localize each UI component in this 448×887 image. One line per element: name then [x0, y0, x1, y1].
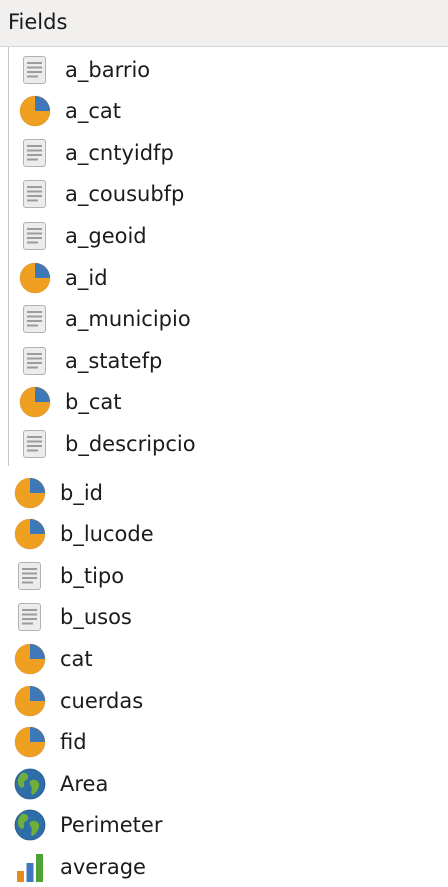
numeric-field-icon: [14, 726, 46, 758]
field-name: b_descripcio: [65, 431, 196, 456]
numeric-field-icon: [19, 386, 51, 418]
fields-header-title: Fields: [8, 10, 68, 34]
aggregate-field-icon: [14, 851, 46, 883]
fields-list-top[interactable]: a_barrio a_cat a_cntyidfp a_cousubfp a_geoid…: [8, 47, 448, 466]
field-row[interactable]: a_cntyidfp: [19, 132, 174, 173]
text-field-icon: [19, 54, 51, 86]
field-name: average: [60, 854, 146, 879]
field-row[interactable]: b_usos: [14, 597, 132, 638]
field-name: a_geoid: [65, 223, 147, 248]
text-field-icon: [19, 220, 51, 252]
field-name: a_barrio: [65, 57, 151, 82]
field-name: b_lucode: [60, 522, 154, 547]
numeric-field-icon: [14, 643, 46, 675]
text-field-icon: [19, 137, 51, 169]
field-row[interactable]: b_descripcio: [19, 423, 196, 464]
text-field-icon: [19, 345, 51, 377]
geometry-field-icon: [14, 809, 46, 841]
geometry-field-icon: [14, 768, 46, 800]
field-name: Perimeter: [60, 813, 163, 838]
text-field-icon: [14, 560, 46, 592]
field-row[interactable]: a_municipio: [19, 299, 191, 340]
field-name: a_id: [65, 265, 108, 290]
field-row[interactable]: a_cat: [19, 91, 121, 132]
field-row[interactable]: cuerdas: [14, 680, 143, 721]
field-name: b_cat: [65, 390, 122, 415]
field-row[interactable]: cat: [14, 638, 93, 679]
fields-list-bottom[interactable]: b_id b_lucode b_tipo b_usoscat cuerdas fid Are…: [0, 466, 448, 882]
field-name: a_cat: [65, 99, 122, 124]
field-name: a_cntyidfp: [65, 140, 174, 165]
field-name: a_municipio: [65, 307, 191, 332]
field-name: cuerdas: [60, 688, 144, 713]
numeric-field-icon: [14, 518, 46, 550]
field-row[interactable]: a_geoid: [19, 215, 147, 256]
field-name: cat: [60, 646, 93, 671]
text-field-icon: [14, 601, 46, 633]
field-row[interactable]: fid: [14, 722, 87, 763]
numeric-field-icon: [14, 685, 46, 717]
field-row[interactable]: a_cousubfp: [19, 174, 184, 215]
field-row[interactable]: b_tipo: [14, 555, 124, 596]
numeric-field-icon: [19, 95, 51, 127]
field-name: Area: [60, 771, 109, 796]
numeric-field-icon: [19, 262, 51, 294]
field-row[interactable]: average: [14, 846, 146, 887]
field-row[interactable]: a_id: [19, 257, 108, 298]
text-field-icon: [19, 428, 51, 460]
field-row[interactable]: Area: [14, 763, 108, 804]
text-field-icon: [19, 303, 51, 335]
field-row[interactable]: b_cat: [19, 382, 121, 423]
field-row[interactable]: a_barrio: [19, 49, 150, 90]
field-row[interactable]: b_lucode: [14, 514, 154, 555]
field-name: a_cousubfp: [65, 182, 185, 207]
field-row[interactable]: Perimeter: [14, 805, 162, 846]
numeric-field-icon: [14, 477, 46, 509]
fields-header: Fields: [0, 0, 448, 47]
field-row[interactable]: a_statefp: [19, 340, 162, 381]
field-row[interactable]: b_id: [14, 472, 103, 513]
field-name: a_statefp: [65, 348, 163, 373]
field-name: b_id: [60, 480, 103, 505]
field-name: fid: [60, 730, 87, 755]
field-name: b_usos: [60, 605, 132, 630]
text-field-icon: [19, 178, 51, 210]
field-name: b_tipo: [60, 563, 125, 588]
